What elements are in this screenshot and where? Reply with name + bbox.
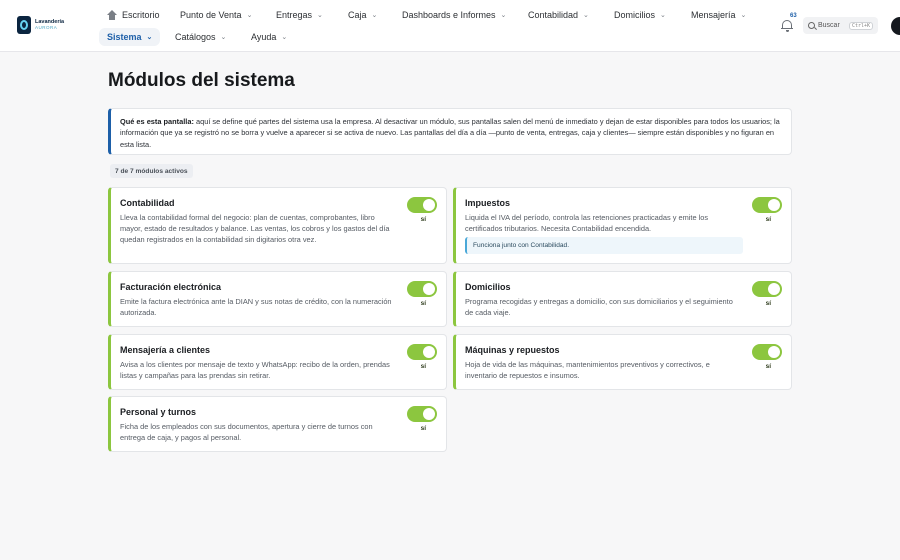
chevron-down-icon: ⌄ (281, 34, 288, 41)
nav-item-sistema[interactable]: Sistema ⌄ (99, 28, 161, 46)
module-title: Domicilios (465, 282, 511, 292)
chevron-down-icon: ⌄ (583, 12, 589, 19)
module-toggle-maquinas-repuestos[interactable] (752, 344, 782, 360)
nav-item-entregas[interactable]: Entregas ⌄ (276, 6, 323, 24)
nav-item-caja[interactable]: Caja ⌄ (348, 6, 377, 24)
module-title: Máquinas y repuestos (465, 345, 560, 355)
module-toggle-state: sí (765, 216, 771, 223)
nav-item-mensajeria[interactable]: Mensajería ⌄ (691, 6, 746, 24)
module-title: Facturación electrónica (120, 282, 222, 292)
chevron-down-icon: ⌄ (246, 12, 253, 19)
chevron-down-icon: ⌄ (740, 12, 747, 19)
module-description: Avisa a los clientes por mensaje de text… (120, 360, 390, 381)
module-card-domicilios: Domicilios Programa recogidas y entregas… (453, 271, 792, 327)
search-icon (808, 22, 815, 29)
notification-count-badge: 63 (790, 13, 797, 19)
module-title: Mensajería a clientes (120, 345, 211, 355)
module-description: Hoja de vida de las máquinas, mantenimie… (465, 360, 710, 381)
module-dependency-note: Funciona junto con Contabilidad. (465, 237, 743, 254)
search-label: Buscar (818, 22, 840, 29)
chevron-down-icon: ⌄ (220, 34, 227, 41)
module-toggle-facturacion-electronica[interactable] (407, 281, 437, 297)
home-icon (107, 10, 117, 20)
module-toggle-state: sí (420, 363, 426, 370)
module-card-mensajeria: Mensajería a clientes Avisa a los client… (108, 334, 447, 390)
nav-item-ayuda[interactable]: Ayuda ⌄ (251, 28, 287, 46)
module-toggle-state: sí (420, 216, 426, 223)
chevron-down-icon: ⌄ (317, 12, 323, 19)
module-description: Programa recogidas y entregas a domicili… (465, 297, 733, 318)
info-callout: Qué es esta pantalla: aquí se define qué… (108, 108, 792, 155)
nav-item-contabilidad[interactable]: Contabilidad ⌄ (528, 6, 589, 24)
nav-item-label: Sistema (107, 32, 142, 42)
nav-item-label: Dashboards e Informes (402, 10, 496, 20)
module-toggle-mensajeria[interactable] (407, 344, 437, 360)
module-card-maquinas-repuestos: Máquinas y repuestos Hoja de vida de las… (453, 334, 792, 390)
module-description: Liquida el IVA del período, controla las… (465, 213, 709, 234)
page-title: Módulos del sistema (108, 70, 295, 91)
module-toggle-state: sí (765, 300, 771, 307)
keyboard-shortcut-hint: Ctrl+K (848, 21, 873, 30)
active-modules-count: 7 de 7 módulos activos (110, 164, 193, 178)
chevron-down-icon: ⌄ (146, 34, 153, 41)
module-card-personal-turnos: Personal y turnos Ficha de los empleados… (108, 396, 447, 452)
module-card-impuestos: Impuestos Liquida el IVA del período, co… (453, 187, 792, 264)
nav-item-label: Mensajería (691, 10, 736, 20)
module-card-facturacion-electronica: Facturación electrónica Emite la factura… (108, 271, 447, 327)
nav-item-label: Caja (348, 10, 367, 20)
chevron-down-icon: ⌄ (500, 12, 507, 19)
nav-item-label: Domicilios (614, 10, 656, 20)
module-description: Ficha de los empleados con sus documento… (120, 422, 373, 443)
nav-item-label: Punto de Venta (180, 10, 242, 20)
module-description: Emite la factura electrónica ante la DIA… (120, 297, 392, 318)
module-toggle-impuestos[interactable] (752, 197, 782, 213)
module-toggle-domicilios[interactable] (752, 281, 782, 297)
chevron-down-icon: ⌄ (371, 12, 378, 19)
nav-item-label: Contabilidad (528, 10, 579, 20)
nav-item-label: Escritorio (122, 10, 160, 20)
nav-item-catalogos[interactable]: Catálogos ⌄ (175, 28, 226, 46)
nav-item-label: Ayuda (251, 32, 277, 42)
top-navigation-bar: Lavandería AURORA Escritorio Punto de Ve… (0, 0, 900, 52)
module-card-contabilidad: Contabilidad Lleva la contabilidad forma… (108, 187, 447, 264)
module-description: Lleva la contabilidad formal del negocio… (120, 213, 390, 245)
brand-logo[interactable]: Lavandería AURORA (17, 16, 64, 34)
module-toggle-contabilidad[interactable] (407, 197, 437, 213)
nav-item-label: Catálogos (175, 32, 216, 42)
module-title: Contabilidad (120, 198, 175, 208)
nav-item-label: Entregas (276, 10, 313, 20)
module-toggle-state: sí (765, 363, 771, 370)
module-toggle-state: sí (420, 300, 426, 307)
info-callout-heading: Qué es esta pantalla: (120, 117, 194, 126)
chevron-down-icon: ⌄ (660, 12, 666, 19)
module-title: Personal y turnos (120, 407, 197, 417)
search-button[interactable]: Buscar Ctrl+K (803, 17, 878, 34)
nav-item-dashboards[interactable]: Dashboards e Informes ⌄ (402, 6, 506, 24)
washing-machine-icon (17, 16, 31, 34)
brand-subtitle: AURORA (35, 25, 58, 30)
user-avatar[interactable] (891, 17, 900, 35)
module-toggle-state: sí (420, 425, 426, 432)
info-callout-text: aquí se define qué partes del sistema us… (120, 117, 780, 149)
nav-item-escritorio[interactable]: Escritorio (107, 6, 160, 24)
module-title: Impuestos (465, 198, 511, 208)
nav-item-punto-de-venta[interactable]: Punto de Venta ⌄ (180, 6, 252, 24)
module-toggle-personal-turnos[interactable] (407, 406, 437, 422)
bell-icon[interactable] (781, 19, 793, 32)
nav-item-domicilios[interactable]: Domicilios ⌄ (614, 6, 666, 24)
